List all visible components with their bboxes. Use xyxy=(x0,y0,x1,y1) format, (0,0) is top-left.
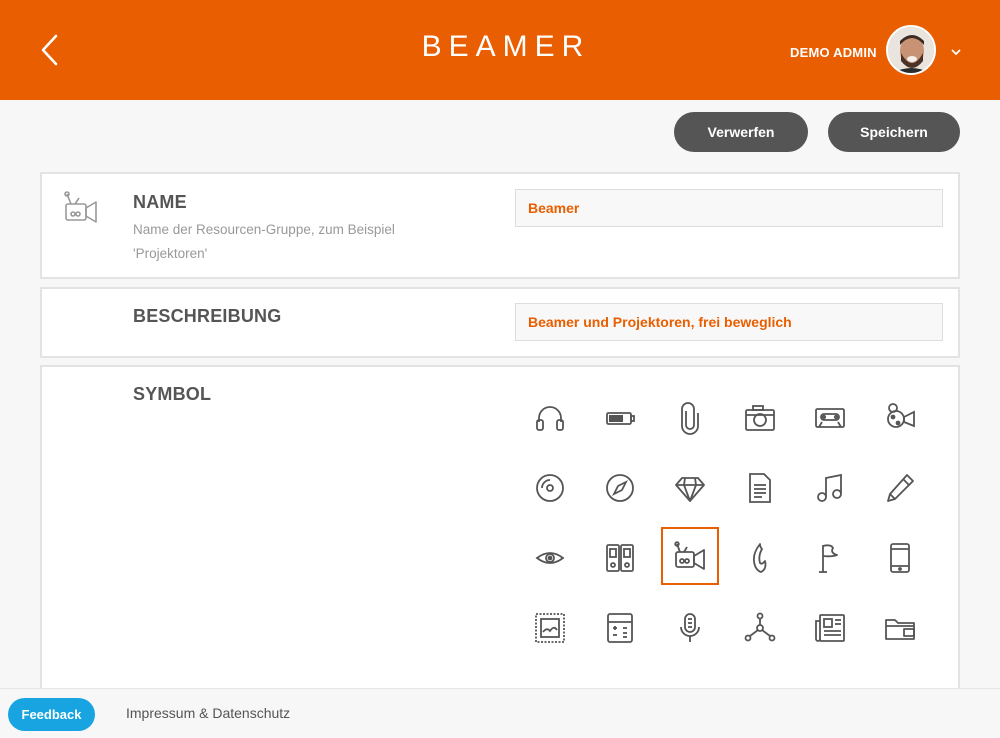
pencil-icon[interactable] xyxy=(871,459,929,517)
flag-icon[interactable] xyxy=(801,529,859,587)
headphones-icon[interactable] xyxy=(521,389,579,447)
document-icon[interactable] xyxy=(731,459,789,517)
avatar[interactable] xyxy=(886,25,936,75)
discard-button[interactable]: Verwerfen xyxy=(674,112,808,152)
film-camera-icon[interactable] xyxy=(871,389,929,447)
projector-icon xyxy=(674,541,705,570)
flame-icon[interactable] xyxy=(731,529,789,587)
network-icon[interactable] xyxy=(731,599,789,657)
smartphone-icon[interactable] xyxy=(871,529,929,587)
feedback-button[interactable]: Feedback xyxy=(8,698,95,731)
footer: Feedback Impressum & Datenschutz xyxy=(0,688,1000,738)
diamond-icon[interactable] xyxy=(661,459,719,517)
projector-symbol-selected[interactable] xyxy=(661,527,719,585)
impressum-link[interactable]: Impressum & Datenschutz xyxy=(126,705,290,721)
newspaper-icon[interactable] xyxy=(801,599,859,657)
music-note-icon[interactable] xyxy=(801,459,859,517)
user-menu-toggle[interactable] xyxy=(950,44,962,56)
description-title: BESCHREIBUNG xyxy=(133,306,282,326)
chevron-down-icon xyxy=(951,49,961,56)
calculator-icon[interactable] xyxy=(591,599,649,657)
description-field[interactable]: Beamer und Projektoren, frei beweglich xyxy=(515,303,943,341)
disc-icon[interactable] xyxy=(521,459,579,517)
microphone-icon[interactable] xyxy=(661,599,719,657)
symbol-card: SYMBOL xyxy=(40,365,960,715)
name-hint: Name der Resourcen-Gruppe, zum Beispiel … xyxy=(133,222,395,261)
projector-icon xyxy=(62,188,102,228)
symbol-title: SYMBOL xyxy=(133,384,212,404)
name-field[interactable]: Beamer xyxy=(515,189,943,227)
top-bar: BEAMER DEMO ADMIN xyxy=(0,0,1000,100)
eye-icon[interactable] xyxy=(521,529,579,587)
folder-icon[interactable] xyxy=(871,599,929,657)
camera-icon[interactable] xyxy=(731,389,789,447)
user-name[interactable]: DEMO ADMIN xyxy=(790,45,877,60)
battery-icon[interactable] xyxy=(591,389,649,447)
binders-icon[interactable] xyxy=(591,529,649,587)
name-title: NAME xyxy=(133,192,187,212)
stamp-icon[interactable] xyxy=(521,599,579,657)
cassette-icon[interactable] xyxy=(801,389,859,447)
compass-icon[interactable] xyxy=(591,459,649,517)
paperclip-icon[interactable] xyxy=(661,389,719,447)
description-card: BESCHREIBUNG Beamer und Projektoren, fre… xyxy=(40,287,960,358)
save-button[interactable]: Speichern xyxy=(828,112,960,152)
name-card: NAME Name der Resourcen-Gruppe, zum Beis… xyxy=(40,172,960,279)
